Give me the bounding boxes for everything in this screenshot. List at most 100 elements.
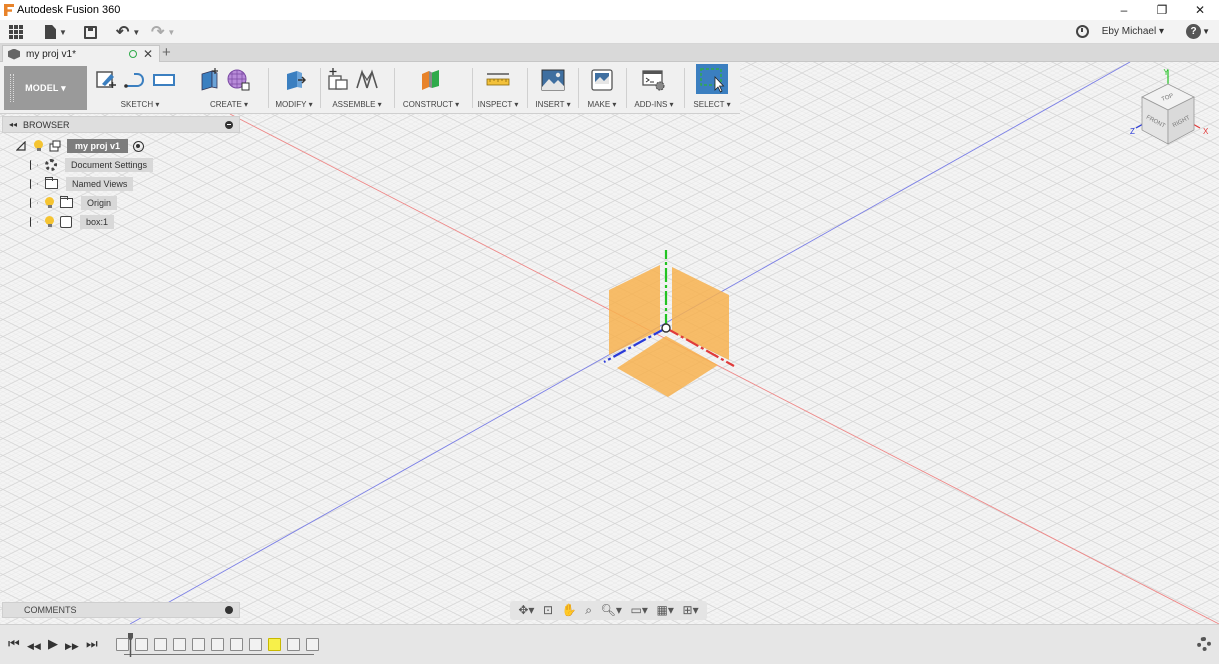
create-group[interactable]: CREATE ▾	[197, 66, 261, 112]
expand-icon[interactable]	[30, 198, 38, 208]
form-icon[interactable]	[226, 68, 250, 92]
close-button[interactable]: ✕	[1181, 0, 1219, 20]
viewports-icon[interactable]: ⊞▾	[683, 601, 699, 620]
view-cube[interactable]: TOP FRONT RIGHT Y X Z	[1128, 66, 1216, 148]
offset-plane-icon[interactable]	[419, 68, 443, 92]
line-icon[interactable]	[123, 68, 147, 92]
user-menu[interactable]: Eby Michael ▾	[1102, 23, 1164, 41]
timeline-feature[interactable]	[116, 638, 129, 651]
timeline-play-button[interactable]: ▶	[48, 636, 58, 652]
restore-button[interactable]: ❐	[1143, 0, 1181, 20]
undo-icon: ↶	[116, 24, 130, 41]
browser-item-named-views[interactable]: Named Views	[30, 176, 134, 192]
timeline-first-button[interactable]: ⏮	[8, 636, 20, 652]
timeline-bar: ⏮ ◀◀ ▶ ▶▶ ⏭	[0, 624, 1219, 664]
timeline-feature[interactable]	[192, 638, 205, 651]
select-tool-button[interactable]	[696, 64, 728, 94]
browser-item-origin[interactable]: Origin	[30, 195, 118, 211]
viewport-canvas[interactable]	[0, 62, 1219, 624]
document-tab[interactable]: my proj v1* ✕	[2, 45, 160, 62]
timeline-feature-selected[interactable]	[268, 638, 281, 651]
timeline-last-button[interactable]: ⏭	[86, 636, 98, 652]
job-status-icon[interactable]	[1076, 25, 1089, 38]
orbit-icon[interactable]: ✥▾	[518, 601, 534, 620]
insert-label: INSERT ▾	[535, 100, 571, 109]
construct-label: CONSTRUCT ▾	[402, 100, 460, 109]
timeline-feature[interactable]	[211, 638, 224, 651]
comments-panel[interactable]: COMMENTS	[2, 602, 240, 618]
help-icon[interactable]: ?	[1186, 24, 1201, 39]
new-tab-button[interactable]: +	[162, 44, 171, 61]
timeline-feature[interactable]	[135, 638, 148, 651]
browser-item-box[interactable]: box:1	[30, 214, 115, 230]
collapse-browser-icon[interactable]: ◂◂	[9, 120, 17, 129]
timeline-prev-button[interactable]: ◀◀	[27, 638, 41, 654]
construct-group[interactable]: CONSTRUCT ▾	[398, 66, 464, 112]
quick-access-toolbar: ▼ ↶ ▼ ↷ ▼ Eby Michael ▾ ? ▼	[0, 20, 1219, 44]
inspect-group[interactable]: INSPECT ▾	[476, 66, 520, 112]
timeline-feature[interactable]	[154, 638, 167, 651]
save-button[interactable]	[84, 23, 97, 41]
insert-group[interactable]: INSERT ▾	[532, 66, 574, 112]
press-pull-icon[interactable]	[282, 68, 306, 92]
pan-icon[interactable]: ✋	[562, 601, 577, 620]
visibility-bulb-icon[interactable]	[45, 216, 54, 228]
extrude-icon[interactable]	[197, 68, 221, 92]
comments-title: COMMENTS	[24, 605, 77, 615]
joint-icon[interactable]	[355, 68, 379, 92]
visibility-bulb-icon[interactable]	[34, 140, 43, 152]
comments-add-icon[interactable]	[225, 606, 233, 614]
activate-radio-icon[interactable]	[133, 140, 145, 152]
minimize-button[interactable]: –	[1105, 0, 1143, 20]
timeline-feature[interactable]	[249, 638, 262, 651]
workspace-switcher[interactable]: MODEL ▾	[4, 66, 87, 110]
scripts-icon[interactable]	[642, 68, 666, 92]
timeline-feature[interactable]	[230, 638, 243, 651]
insert-image-icon[interactable]	[541, 68, 565, 92]
navigation-bar: ✥▾ ⊡ ✋ ⌕ 🔍︎▾ ▭▾ ▦▾ ⊞▾	[510, 601, 707, 620]
timeline-settings-icon[interactable]	[1197, 637, 1211, 651]
window-controls: – ❐ ✕	[1105, 0, 1219, 20]
browser-root-row[interactable]: my proj v1	[16, 138, 145, 154]
rectangle-icon[interactable]	[152, 68, 176, 92]
browser-item-document-settings[interactable]: Document Settings	[30, 157, 154, 173]
new-component-icon[interactable]	[326, 68, 350, 92]
display-settings-icon[interactable]: ▭▾	[631, 601, 648, 620]
file-icon	[45, 25, 56, 39]
zoom-icon[interactable]: 🔍︎▾	[601, 601, 622, 620]
undo-button[interactable]: ↶ ▼	[116, 23, 140, 41]
zoom-window-icon[interactable]: ⌕	[585, 601, 592, 620]
timeline-feature[interactable]	[173, 638, 186, 651]
browser-panel-header[interactable]: ◂◂ BROWSER	[2, 116, 240, 133]
3d-print-icon[interactable]	[590, 68, 614, 92]
origin-point	[661, 323, 671, 333]
gear-icon	[45, 159, 57, 171]
redo-button[interactable]: ↷ ▼	[151, 23, 175, 41]
timeline-feature[interactable]	[306, 638, 319, 651]
close-tab-button[interactable]: ✕	[143, 47, 153, 61]
sketch-label: SKETCH ▾	[120, 100, 160, 109]
visibility-bulb-icon[interactable]	[45, 197, 54, 209]
browser-item-label: Origin	[81, 196, 118, 210]
add-ins-group[interactable]: ADD-INS ▾	[630, 66, 678, 112]
assemble-group[interactable]: ASSEMBLE ▾	[326, 66, 388, 112]
timeline-next-button[interactable]: ▶▶	[65, 638, 79, 654]
component-icon	[49, 140, 61, 152]
data-panel-button[interactable]	[9, 23, 23, 41]
browser-minimize-icon[interactable]	[225, 120, 233, 129]
expanded-triangle-icon[interactable]	[16, 141, 26, 151]
file-menu-button[interactable]: ▼	[45, 23, 67, 41]
modify-group[interactable]: MODIFY ▾	[272, 66, 316, 112]
create-sketch-icon[interactable]	[94, 68, 118, 92]
make-group[interactable]: MAKE ▾	[582, 66, 622, 112]
help-caret-icon[interactable]: ▼	[1202, 27, 1210, 36]
expand-icon[interactable]	[30, 160, 38, 170]
grid-settings-icon[interactable]: ▦▾	[657, 601, 674, 620]
timeline-feature[interactable]	[287, 638, 300, 651]
expand-icon[interactable]	[30, 217, 38, 227]
measure-icon[interactable]	[486, 68, 510, 92]
look-at-icon[interactable]: ⊡	[543, 601, 553, 620]
expand-icon[interactable]	[30, 179, 38, 189]
sketch-group[interactable]: SKETCH ▾	[92, 66, 188, 112]
select-group[interactable]: SELECT ▾	[690, 64, 734, 112]
